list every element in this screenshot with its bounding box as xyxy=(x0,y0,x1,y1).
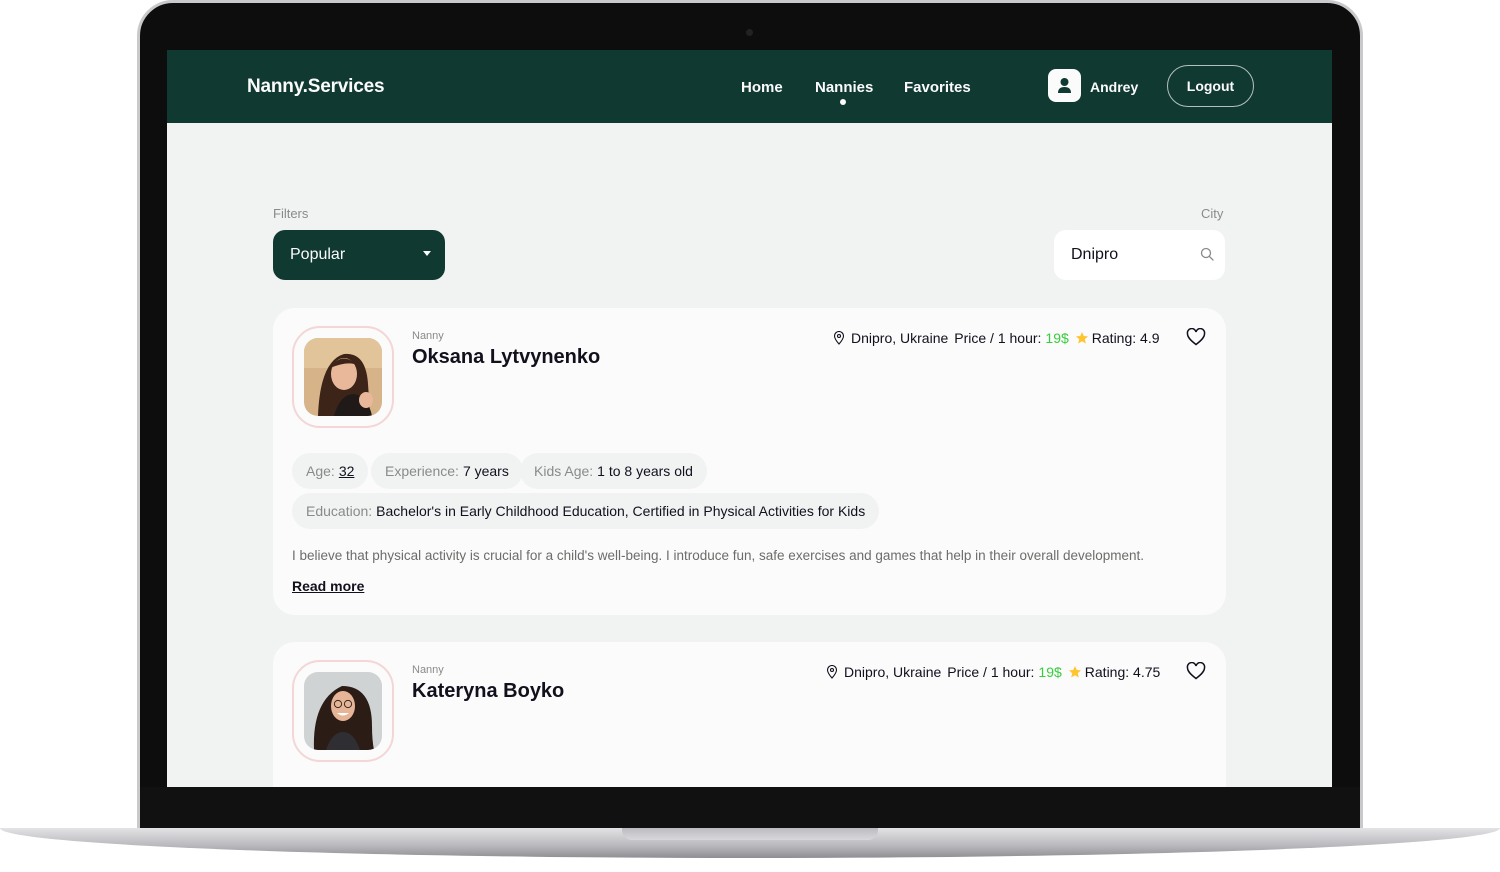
filter-select[interactable]: Popular xyxy=(273,230,445,280)
nanny-meta: Dnipro, Ukraine Price / 1 hour: 19$ Rati… xyxy=(826,664,1160,680)
user-icon xyxy=(1058,78,1071,93)
experience-chip: Experience: 7 years xyxy=(371,453,523,489)
camera xyxy=(746,29,753,36)
heart-icon[interactable] xyxy=(1186,328,1206,346)
avatar xyxy=(304,672,382,750)
user-avatar[interactable] xyxy=(1048,69,1081,102)
description: I believe that physical activity is cruc… xyxy=(292,548,1145,563)
age-chip: Age: 32 xyxy=(292,453,369,489)
education-key: Education: xyxy=(306,503,373,519)
app-screen: Nanny.Services Home Nannies Favorites An… xyxy=(167,50,1332,787)
kids-age-chip: Kids Age: 1 to 8 years old xyxy=(520,453,707,489)
laptop-notch xyxy=(622,828,878,840)
heart-icon[interactable] xyxy=(1186,662,1206,680)
price-label: Price / 1 hour: xyxy=(954,330,1042,346)
active-nav-indicator xyxy=(840,99,846,105)
search-icon[interactable] xyxy=(1200,247,1214,261)
nanny-card: Nanny Oksana Lytvynenko Dnipro, Ukraine … xyxy=(273,308,1226,615)
location-text: Dnipro, Ukraine xyxy=(851,330,949,346)
top-header: Nanny.Services Home Nannies Favorites An… xyxy=(167,50,1332,123)
rating-text: Rating: 4.75 xyxy=(1084,664,1161,680)
avatar-frame xyxy=(292,326,394,428)
education-chip: Education: Bachelor's in Early Childhood… xyxy=(292,493,880,529)
logo[interactable]: Nanny.Services xyxy=(247,76,385,98)
kids-age-key: Kids Age: xyxy=(534,463,594,479)
star-icon xyxy=(1068,666,1081,678)
price-value: 19$ xyxy=(1038,664,1062,680)
education-value: Bachelor's in Early Childhood Education,… xyxy=(376,503,866,519)
rating-text: Rating: 4.9 xyxy=(1091,330,1160,346)
kids-age-value: 1 to 8 years old xyxy=(597,463,693,479)
role-label: Nanny xyxy=(412,664,444,676)
location-pin-icon xyxy=(826,665,838,679)
experience-value: 7 years xyxy=(462,463,509,479)
nav-favorites[interactable]: Favorites xyxy=(904,79,971,96)
nanny-meta: Dnipro, Ukraine Price / 1 hour: 19$ Rati… xyxy=(833,330,1160,346)
filters-label: Filters xyxy=(273,206,309,221)
user-name: Andrey xyxy=(1090,79,1139,95)
nav-home[interactable]: Home xyxy=(741,79,783,96)
avatar xyxy=(304,338,382,416)
nanny-name: Oksana Lytvynenko xyxy=(412,346,601,368)
star-icon xyxy=(1075,332,1088,344)
age-key: Age: xyxy=(306,463,335,479)
role-label: Nanny xyxy=(412,330,444,342)
age-value: 32 xyxy=(338,463,355,479)
avatar-frame xyxy=(292,660,394,762)
read-more-link[interactable]: Read more xyxy=(292,578,364,594)
filter-select-value: Popular xyxy=(290,246,346,263)
experience-key: Experience: xyxy=(385,463,459,479)
location-text: Dnipro, Ukraine xyxy=(844,664,942,680)
nanny-name: Kateryna Boyko xyxy=(412,680,565,702)
logout-button[interactable]: Logout xyxy=(1167,65,1254,107)
nanny-card: Nanny Kateryna Boyko Dnipro, Ukraine Pri… xyxy=(273,642,1226,787)
price-value: 19$ xyxy=(1045,330,1069,346)
price-label: Price / 1 hour: xyxy=(947,664,1035,680)
location-pin-icon xyxy=(833,331,845,345)
bezel xyxy=(140,787,1360,828)
city-label: City xyxy=(1201,206,1224,221)
nav-nannies[interactable]: Nannies xyxy=(815,79,873,96)
caret-down-icon xyxy=(423,251,431,256)
